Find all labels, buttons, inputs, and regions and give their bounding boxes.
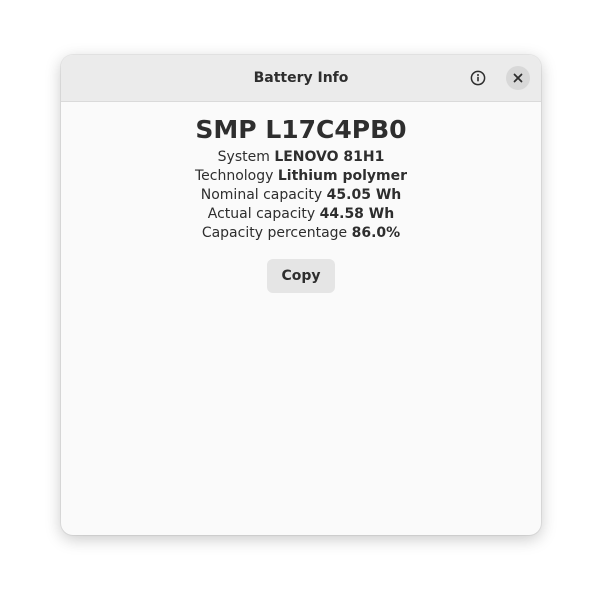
info-label: System xyxy=(217,149,270,165)
info-label: Nominal capacity xyxy=(200,187,323,203)
info-label: Technology xyxy=(194,168,274,184)
info-value: 45.05 Wh xyxy=(326,187,402,203)
headerbar: Battery Info xyxy=(61,55,541,102)
info-value: 86.0% xyxy=(351,225,401,241)
battery-info-window: Battery Info SMP L17C4PB0 System LENOVO … xyxy=(61,55,541,535)
info-row-technology: Technology Lithium polymer xyxy=(61,167,541,186)
info-value: 44.58 Wh xyxy=(319,206,395,222)
copy-button[interactable]: Copy xyxy=(267,259,335,293)
battery-model-title: SMP L17C4PB0 xyxy=(195,115,407,144)
info-row-system: System LENOVO 81H1 xyxy=(61,148,541,167)
info-row-actual-capacity: Actual capacity 44.58 Wh xyxy=(61,205,541,224)
close-button[interactable] xyxy=(506,66,530,90)
battery-details: SMP L17C4PB0 System LENOVO 81H1 Technolo… xyxy=(61,102,541,293)
battery-info-list: System LENOVO 81H1 Technology Lithium po… xyxy=(61,148,541,243)
info-circle-icon xyxy=(470,70,486,86)
info-value: Lithium polymer xyxy=(277,168,408,184)
info-button[interactable] xyxy=(466,66,490,90)
info-row-capacity-percentage: Capacity percentage 86.0% xyxy=(61,224,541,243)
close-icon xyxy=(513,73,523,83)
info-row-nominal-capacity: Nominal capacity 45.05 Wh xyxy=(61,186,541,205)
info-value: LENOVO 81H1 xyxy=(274,149,385,165)
info-label: Capacity percentage xyxy=(201,225,348,241)
info-label: Actual capacity xyxy=(207,206,316,222)
